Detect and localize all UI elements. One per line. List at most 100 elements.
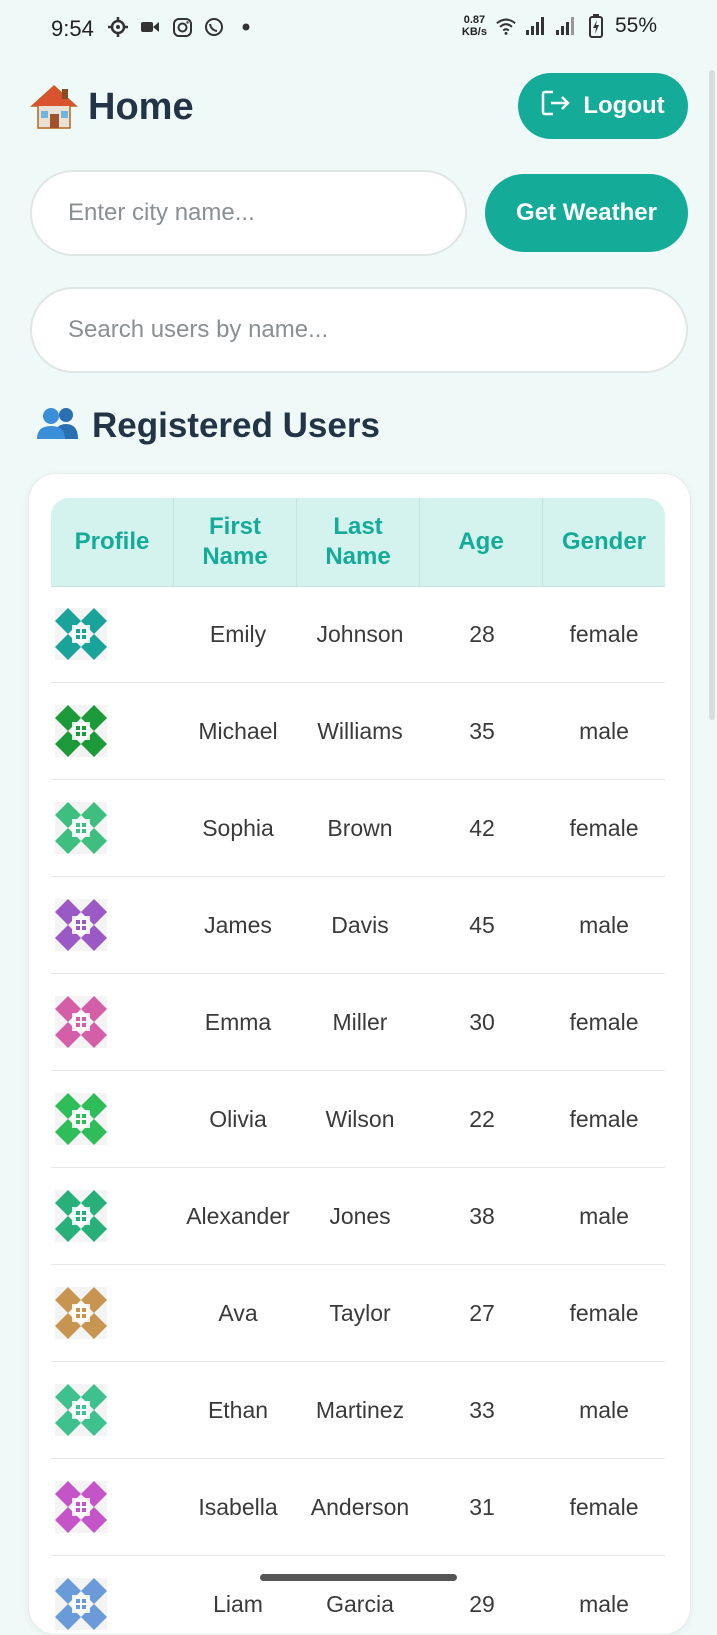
last-name-cell: Brown <box>327 814 393 841</box>
signal-sim1-icon <box>525 15 547 37</box>
logout-label: Logout <box>583 92 665 119</box>
wifi-icon <box>495 15 517 37</box>
battery-percent: 55% <box>614 14 657 37</box>
gender-cell: male <box>579 911 629 938</box>
age-cell: 22 <box>469 1105 495 1132</box>
network-speed-value: 0.87 <box>463 14 486 26</box>
house-icon <box>30 84 78 130</box>
identicon-avatar <box>55 1287 107 1339</box>
table-row[interactable]: James Davis 45 male <box>51 877 665 974</box>
first-name-cell: Isabella <box>198 1493 278 1520</box>
last-name-cell: Miller <box>332 1008 388 1035</box>
first-name-cell: Sophia <box>202 814 274 841</box>
column-header-profile: Profile <box>51 498 174 586</box>
profile-cell <box>51 608 177 660</box>
last-name-cell: Martinez <box>315 1396 405 1423</box>
age-cell: 27 <box>469 1299 495 1326</box>
age-cell: 28 <box>469 620 495 647</box>
last-name-cell: Davis <box>331 911 389 938</box>
gesture-home-indicator[interactable] <box>260 1574 457 1581</box>
first-name-cell: Liam <box>213 1590 263 1617</box>
video-call-icon <box>139 16 161 38</box>
last-name-cell: Wilson <box>325 1105 395 1132</box>
gender-cell: male <box>579 1202 629 1229</box>
gender-cell: female <box>569 1493 639 1520</box>
identicon-avatar <box>55 996 107 1048</box>
gender-cell: female <box>569 1105 639 1132</box>
table-row[interactable]: Michael Williams 35 male <box>51 683 665 780</box>
column-header-first-name-text: First Name <box>202 513 268 570</box>
column-header-gender: Gender <box>561 528 647 555</box>
last-name-cell: Taylor <box>329 1299 391 1326</box>
last-name-cell: Williams <box>317 717 403 744</box>
status-notification-icons <box>107 16 257 38</box>
identicon-avatar <box>55 1093 107 1145</box>
profile-cell <box>51 1190 177 1242</box>
age-cell: 45 <box>469 911 495 938</box>
gender-cell: female <box>569 620 639 647</box>
identicon-avatar <box>55 1578 107 1630</box>
city-input[interactable] <box>30 170 467 256</box>
last-name-cell: Johnson <box>316 620 404 647</box>
users-table-body: Emily Johnson 28 female Michael Williams 35 mal… <box>51 586 665 1634</box>
status-system-icons: 0.87 KB/s 55% <box>462 14 657 38</box>
gender-cell: male <box>579 1590 629 1617</box>
table-row[interactable]: Emma Miller 30 female <box>51 974 665 1071</box>
column-header-first-name: First Name <box>174 498 297 586</box>
table-row[interactable]: Liam Garcia 29 male <box>51 1556 665 1634</box>
profile-cell <box>51 705 177 757</box>
gender-cell: male <box>579 717 629 744</box>
last-name-cell: Jones <box>329 1202 391 1229</box>
column-header-last-name: Last Name <box>297 498 420 586</box>
age-cell: 33 <box>469 1396 495 1423</box>
age-cell: 29 <box>469 1590 495 1617</box>
gender-cell: female <box>569 814 639 841</box>
instagram-icon <box>171 16 193 38</box>
identicon-avatar <box>55 899 107 951</box>
first-name-cell: Olivia <box>209 1105 267 1132</box>
users-group-icon <box>36 405 80 446</box>
first-name-cell: James <box>204 911 272 938</box>
page-title-text: Home <box>88 85 194 128</box>
app-header: Home Logout <box>30 72 688 142</box>
profile-cell <box>51 899 177 951</box>
whatsapp-icon <box>203 16 225 38</box>
logout-icon <box>541 89 571 124</box>
gender-cell: male <box>579 1396 629 1423</box>
identicon-avatar <box>55 608 107 660</box>
more-notifications-dot-icon <box>235 16 257 38</box>
last-name-cell: Garcia <box>326 1590 394 1617</box>
column-header-last-name-text: Last Name <box>325 513 391 570</box>
get-weather-button[interactable]: Get Weather <box>485 174 688 252</box>
age-cell: 35 <box>469 717 495 744</box>
table-row[interactable]: Isabella Anderson 31 female <box>51 1459 665 1556</box>
profile-cell <box>51 1481 177 1533</box>
table-row[interactable]: Alexander Jones 38 male <box>51 1168 665 1265</box>
table-row[interactable]: Ava Taylor 27 female <box>51 1265 665 1362</box>
profile-cell <box>51 1093 177 1145</box>
battery-charging-icon <box>585 14 607 38</box>
column-header-age: Age <box>420 498 543 586</box>
table-row[interactable]: Sophia Brown 42 female <box>51 780 665 877</box>
status-bar: 9:54 0.87 KB/s 55% <box>0 0 717 60</box>
identicon-avatar <box>55 1384 107 1436</box>
first-name-cell: Michael <box>198 717 278 744</box>
users-section-title-text: Registered Users <box>92 405 380 445</box>
gender-cell: female <box>569 1299 639 1326</box>
status-time: 9:54 <box>51 16 94 41</box>
first-name-cell: Emma <box>204 1008 272 1035</box>
first-name-cell: Alexander <box>186 1202 290 1229</box>
profile-cell <box>51 1287 177 1339</box>
users-table-card: Profile First Name Last Name Age Gender … <box>28 473 691 1635</box>
table-row[interactable]: Ethan Martinez 33 male <box>51 1362 665 1459</box>
profile-cell <box>51 1384 177 1436</box>
table-row[interactable]: Emily Johnson 28 female <box>51 586 665 683</box>
logout-button[interactable]: Logout <box>518 73 688 139</box>
scroll-indicator[interactable] <box>709 70 715 720</box>
profile-cell <box>51 996 177 1048</box>
users-section-title: Registered Users <box>36 405 380 446</box>
user-search-input[interactable] <box>30 287 688 373</box>
first-name-cell: Ava <box>218 1299 258 1326</box>
table-row[interactable]: Olivia Wilson 22 female <box>51 1071 665 1168</box>
age-cell: 31 <box>469 1493 495 1520</box>
